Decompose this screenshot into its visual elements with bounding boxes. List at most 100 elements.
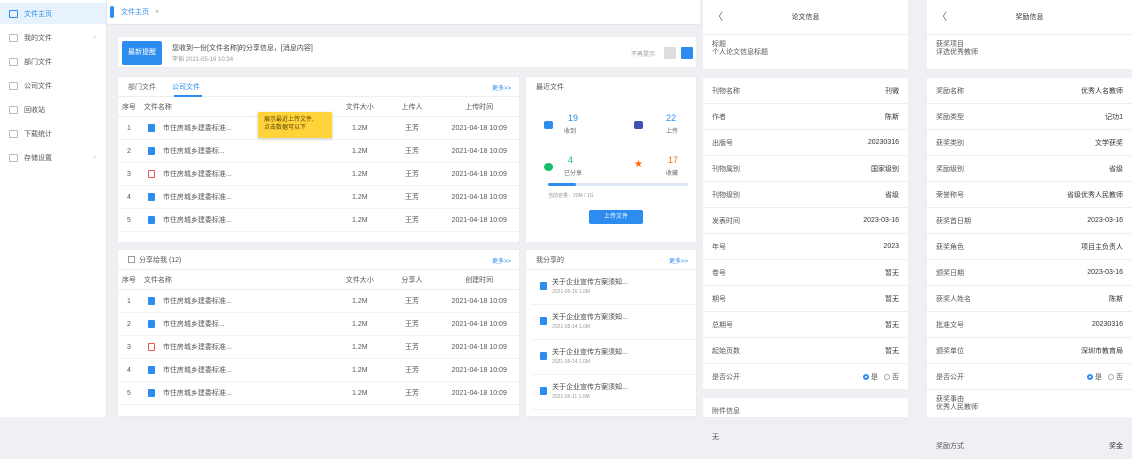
chevron-right-icon: › <box>93 34 96 41</box>
field-value: 无 <box>712 433 719 441</box>
cell-size: 1.2M <box>352 124 368 132</box>
sidebar-item-home[interactable]: 文件主页 <box>0 3 106 24</box>
col-header: 文件大小 <box>345 276 374 284</box>
field-value: 20230316 <box>867 139 899 146</box>
sidebar-item-download-stats[interactable]: 下载统计 <box>0 123 106 144</box>
field-label: 刊物名称 <box>712 87 740 95</box>
field-label: 获奖人姓名 <box>936 295 971 303</box>
list-item[interactable]: 关于企业宣传方案须知... 2021-05-14 1.0M <box>532 305 696 340</box>
table-row[interactable]: 3 市住房城乡建委标准... 1.2M 王芳 2021-04-18 10:09 <box>118 163 519 186</box>
sidebar-item-company-files[interactable]: 公司文件 <box>0 75 106 96</box>
table-row[interactable]: 2 市住房城乡建委标... 1.2M 王芳 2021-04-18 10:09 <box>118 140 519 163</box>
tab-home[interactable]: 文件主页 × <box>117 6 163 20</box>
field-value: 暂无 <box>885 347 899 355</box>
prev-notice-button[interactable] <box>664 47 676 59</box>
stat-favorites[interactable]: ★ 17 收藏 <box>634 155 704 181</box>
file-name-text[interactable]: 市住房城乡建委标... <box>163 319 225 329</box>
radio-yes[interactable] <box>1087 373 1093 380</box>
stat-received[interactable]: 19 收到 <box>544 113 614 139</box>
back-icon[interactable]: 〈 <box>937 0 947 35</box>
cell-time: 2021-04-18 10:09 <box>451 343 507 351</box>
col-header: 文件大小 <box>345 103 374 111</box>
list-item[interactable]: 关于企业宣传方案须知... 2021-05-16 1.0M <box>532 270 696 305</box>
field-value: 刊微 <box>885 87 899 95</box>
more-link[interactable]: 更多>> <box>492 256 511 265</box>
more-link[interactable]: 更多>> <box>669 256 688 265</box>
table-row[interactable]: 4 市住房城乡建委标准... 1.2M 王芳 2021-04-18 10:09 <box>118 359 519 382</box>
document-icon <box>540 317 547 325</box>
close-icon[interactable]: × <box>155 9 159 16</box>
list-item[interactable]: 关于企业宣传方案须知... 2021-05-14 1.0M <box>532 340 696 375</box>
field-value: 2023-03-16 <box>863 217 899 224</box>
radio-no[interactable] <box>884 373 890 380</box>
field-label: 起始页数 <box>712 347 740 355</box>
table-row[interactable]: 5 市住房城乡建委标准... 1.2M 王芳 2021-04-18 10:09 <box>118 209 519 232</box>
sidebar-item-label: 下载统计 <box>24 130 52 138</box>
stat-number: 17 <box>668 155 679 165</box>
upload-file-button[interactable]: 上传文件 <box>589 210 643 224</box>
cell-size: 1.2M <box>352 216 368 224</box>
field-value: 2023-03-16 <box>1087 217 1123 224</box>
back-icon[interactable]: 〈 <box>713 0 723 35</box>
document-icon <box>147 320 155 328</box>
cell-index: 4 <box>126 193 131 201</box>
document-icon <box>147 124 155 132</box>
table-row[interactable]: 4 市住房城乡建委标准... 1.2M 王芳 2021-04-18 10:09 <box>118 186 519 209</box>
file-name-text[interactable]: 市住房城乡建委标准... <box>163 169 232 179</box>
table-header: 序号 文件名称 文件大小 分享人 创建时间 <box>118 270 519 290</box>
next-notice-button[interactable] <box>681 47 693 59</box>
table-row[interactable]: 1 市住房城乡建委标准... 1.2M 王芳 2021-04-18 10:09 <box>118 290 519 313</box>
file-name-text[interactable]: 市住房城乡建委标准... <box>163 296 232 306</box>
radio-label: 否 <box>892 373 899 381</box>
radio-yes[interactable] <box>863 373 869 380</box>
document-icon <box>540 387 547 395</box>
panel-title: 最近文件 <box>536 84 564 91</box>
cell-time: 2021-04-18 10:09 <box>451 389 507 397</box>
file-name-text[interactable]: 市住房城乡建委标准... <box>163 365 232 375</box>
shared-to-me-panel: 分享给我 (12) 更多>> 序号 文件名称 文件大小 分享人 创建时间 1 市住… <box>117 249 520 417</box>
panel-title: 分享给我 (12) <box>139 256 182 264</box>
sidebar-item-label: 部门文件 <box>24 58 52 66</box>
file-name-text[interactable]: 市住房城乡建委标准... <box>163 123 232 133</box>
field-value: 陈斯 <box>1109 295 1123 303</box>
field-label: 获奖类别 <box>936 139 964 147</box>
file-name-text[interactable]: 市住房城乡建委标准... <box>163 215 232 225</box>
table-row[interactable]: 3 市住房城乡建委标准... 1.2M 王芳 2021-04-18 10:09 <box>118 336 519 359</box>
dont-show-again-link[interactable]: 不再提示 <box>631 49 655 58</box>
panel-title: 我分享的 <box>536 256 564 264</box>
field-value: 省级 <box>1109 165 1123 173</box>
file-name-text[interactable]: 市住房城乡建委标准... <box>163 192 232 202</box>
field-value: 省级优秀人民教师 <box>1067 191 1123 199</box>
sidebar-item-dept-files[interactable]: 部门文件 <box>0 51 106 72</box>
file-name-text[interactable]: 市住房城乡建委标... <box>163 146 225 156</box>
stat-number: 4 <box>568 155 574 165</box>
tab-company-files[interactable]: 公司文件 <box>172 82 200 92</box>
field-value: 评选优秀教师 <box>936 49 978 56</box>
table-row[interactable]: 5 市住房城乡建委标准... 1.2M 王芳 2021-04-18 10:09 <box>118 382 519 405</box>
field-label: 奖励名称 <box>936 87 964 95</box>
field-value: 奖金 <box>1109 442 1123 450</box>
radio-no[interactable] <box>1108 373 1114 380</box>
detail-row: 发表时间 2023-03-16 <box>703 208 908 234</box>
cell-time: 2021-04-18 10:09 <box>451 193 507 201</box>
file-name-text[interactable]: 市住房城乡建委标准... <box>163 342 232 352</box>
cell-time: 2021-04-18 10:09 <box>451 170 507 178</box>
file-name-text[interactable]: 市住房城乡建委标准... <box>163 388 232 398</box>
sidebar-item-recycle-bin[interactable]: 回收站 <box>0 99 106 120</box>
star-icon: ★ <box>634 159 643 170</box>
table-row[interactable]: 2 市住房城乡建委标... 1.2M 王芳 2021-04-18 10:09 <box>118 313 519 336</box>
sidebar-item-my-files[interactable]: 我的文件 › <box>0 27 106 48</box>
cell-user: 王芳 <box>405 194 420 201</box>
stat-shared[interactable]: 4 已分享 <box>544 155 614 181</box>
more-link[interactable]: 更多>> <box>492 83 511 92</box>
col-header: 上传时间 <box>465 103 494 111</box>
sidebar-item-storage-settings[interactable]: 存储设置 › <box>0 147 106 168</box>
stat-uploaded[interactable]: 22 上传 <box>634 113 704 139</box>
cell-index: 2 <box>126 147 131 155</box>
collapse-sidebar-handle[interactable] <box>110 6 114 18</box>
item-meta: 2021-05-11 1.0M <box>552 394 590 400</box>
list-item[interactable]: 关于企业宣传方案须知... 2021-05-11 1.0M <box>532 375 696 410</box>
notice-message[interactable]: 您收到一份[文件名称]的分享信息，[消息内容] <box>172 43 313 53</box>
cell-file-name: 市住房城乡建委标... <box>140 319 335 329</box>
tab-dept-files[interactable]: 部门文件 <box>128 82 156 92</box>
